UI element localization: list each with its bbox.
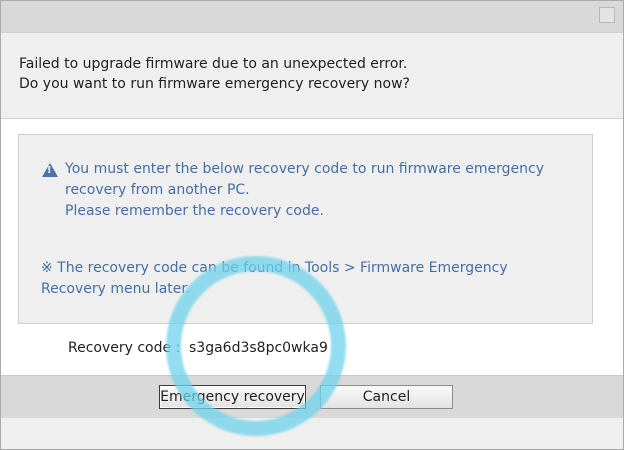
warning-line1: You must enter the below recovery code t… [65, 161, 545, 177]
error-message-line1: Failed to upgrade firmware due to an une… [19, 56, 408, 72]
dialog-window: Failed to upgrade firmware due to an une… [0, 0, 624, 450]
emergency-recovery-button[interactable]: Emergency recovery [159, 385, 306, 409]
note-text: ※ The recovery code can be found in Tool… [41, 258, 581, 300]
button-bar [1, 375, 623, 418]
recovery-code-value: s3ga6d3s8pc0wka9 [189, 340, 328, 356]
cancel-button[interactable]: Cancel [320, 385, 453, 409]
error-message: Failed to upgrade firmware due to an une… [19, 54, 410, 94]
warning-text: You must enter the below recovery code t… [65, 159, 585, 222]
recovery-code-label: Recovery code : [68, 340, 181, 356]
warning-line2: recovery from another PC. [65, 182, 250, 198]
note-line1: ※ The recovery code can be found in Tool… [41, 260, 508, 276]
close-icon[interactable] [599, 7, 615, 23]
title-bar [1, 1, 623, 33]
recovery-notice-box: You must enter the below recovery code t… [18, 134, 593, 324]
warning-line3: Please remember the recovery code. [65, 203, 324, 219]
warning-triangle-icon [42, 163, 58, 177]
note-line2: Recovery menu later. [41, 281, 191, 297]
error-message-line2: Do you want to run firmware emergency re… [19, 76, 410, 92]
